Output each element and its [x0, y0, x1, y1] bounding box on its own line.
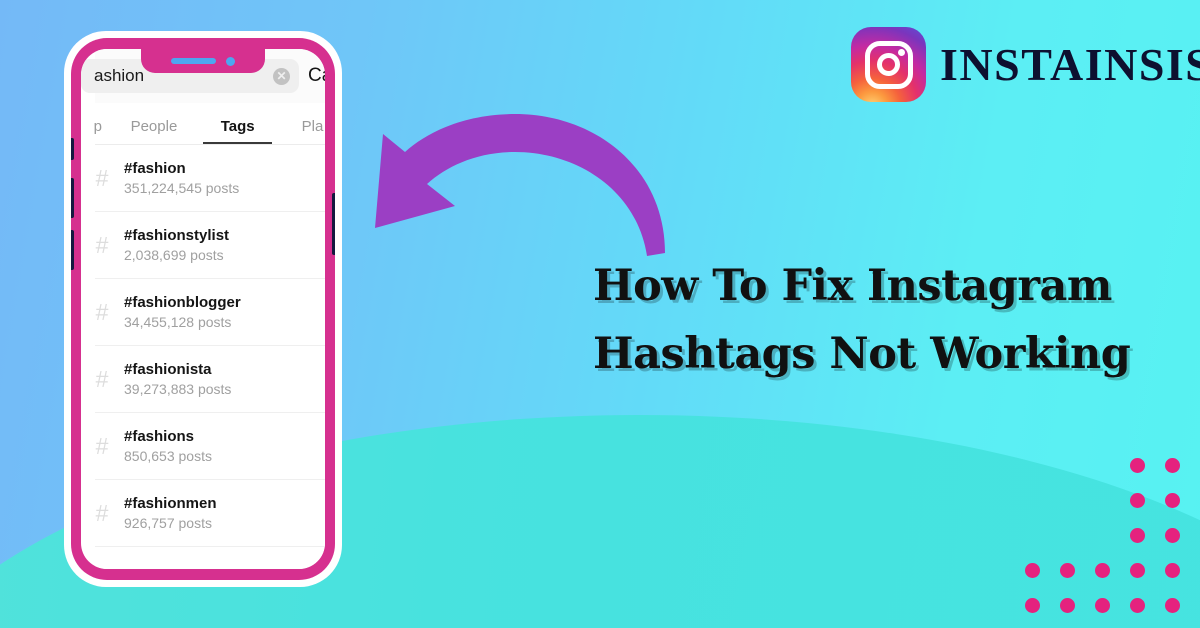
- speaker-bar-icon: [171, 58, 216, 64]
- hashtag-name: #fashions: [124, 428, 195, 445]
- decorative-dot: [1060, 563, 1075, 578]
- decorative-dot: [1165, 528, 1180, 543]
- instagram-search-app: ashion ✕ Ca p People Tags Pla # #fashion 3…: [81, 49, 325, 569]
- decorative-dot: [1095, 563, 1110, 578]
- hashtag-info: #fashion 351,224,545 posts: [124, 160, 239, 196]
- phone-mockup: ashion ✕ Ca p People Tags Pla # #fashion 3…: [64, 31, 342, 587]
- decorative-dot: [1025, 598, 1040, 613]
- power-button[interactable]: [332, 193, 335, 255]
- hashtag-post-count: 39,273,883 posts: [124, 381, 232, 397]
- decorative-dot: [1130, 598, 1145, 613]
- mute-switch-button[interactable]: [71, 138, 74, 160]
- decorative-dot: [1165, 493, 1180, 508]
- decorative-dot: [1060, 598, 1075, 613]
- decorative-dot: [1165, 458, 1180, 473]
- hashtag-info: #fashions 850,653 posts: [124, 428, 212, 464]
- decorative-dot: [1165, 563, 1180, 578]
- hashtag-info: #fashionblogger 34,455,128 posts: [124, 294, 241, 330]
- decorative-dot: [1130, 458, 1145, 473]
- hashtag-avatar-icon: #: [81, 567, 124, 569]
- headline-line-1: How To Fix Instagram: [593, 261, 1112, 311]
- hashtag-post-count: 850,653 posts: [124, 448, 212, 464]
- hashtag-post-count: 926,757 posts: [124, 515, 212, 531]
- volume-down-button[interactable]: [71, 230, 74, 270]
- decorative-dot: [1130, 563, 1145, 578]
- decorative-dot: [1165, 598, 1180, 613]
- instagram-icon: [851, 27, 926, 102]
- decorative-dot: [1130, 493, 1145, 508]
- hashtag-info: #fashionstylist 2,038,699 posts: [124, 227, 229, 263]
- hashtag-avatar-icon: #: [95, 164, 109, 191]
- hashtag-name: #fashionblogger: [124, 294, 241, 311]
- decorative-dot: [1130, 528, 1145, 543]
- phone-notch: [141, 49, 265, 73]
- hashtag-list-item[interactable]: # #fashionmen 926,757 posts: [95, 480, 325, 547]
- brand-name: INSTAINSIST: [940, 38, 1200, 90]
- tab-top[interactable]: p: [85, 118, 111, 144]
- tab-people[interactable]: People: [111, 118, 198, 144]
- hashtag-avatar-icon: #: [95, 365, 109, 392]
- search-tabs: p People Tags Pla: [94, 103, 325, 145]
- tab-places[interactable]: Pla: [278, 118, 325, 144]
- hashtag-avatar-icon: #: [95, 298, 109, 325]
- hashtag-post-count: 351,224,545 posts: [124, 180, 240, 196]
- hashtag-results-list: # #fashion 351,224,545 posts # #fashionstyli…: [95, 145, 325, 569]
- clear-circle-icon[interactable]: ✕: [273, 67, 290, 85]
- phone-frame: ashion ✕ Ca p People Tags Pla # #fashion 3…: [71, 38, 335, 580]
- decorative-dot: [1025, 563, 1040, 578]
- hashtag-avatar-icon: #: [95, 499, 109, 526]
- hashtag-name: #fashionstylist: [124, 227, 230, 244]
- decorative-dot: [1095, 598, 1110, 613]
- hashtag-name: #fashion: [124, 160, 186, 177]
- brand-logo: INSTAINSIST: [851, 27, 1200, 102]
- hashtag-avatar-icon: #: [95, 231, 109, 258]
- hashtag-name: #fashionista: [124, 361, 212, 378]
- cancel-button[interactable]: Ca: [308, 65, 325, 87]
- hashtag-name: #fashionmen: [124, 495, 217, 512]
- tab-tags[interactable]: Tags: [197, 118, 278, 144]
- phone-screen: ashion ✕ Ca p People Tags Pla # #fashion 3…: [81, 49, 325, 569]
- search-input-value: ashion: [94, 66, 145, 85]
- hashtag-list-item[interactable]: # #fashionstylist 2,038,699 posts: [95, 212, 325, 279]
- hashtag-list-item[interactable]: # #fashions 850,653 posts: [95, 413, 325, 480]
- hashtag-list-item[interactable]: # #fashionista 39,273,883 posts: [95, 346, 325, 413]
- volume-up-button[interactable]: [71, 178, 74, 218]
- headline-line-2: Hashtags Not Working: [593, 329, 1131, 379]
- hashtag-post-count: 2,038,699 posts: [124, 247, 224, 263]
- hashtag-list-item[interactable]: # #fashion 351,224,545 posts: [95, 145, 325, 212]
- hashtag-list-item[interactable]: ##fashionstyle: [95, 547, 325, 569]
- front-camera-icon: [226, 56, 235, 66]
- curved-arrow-left-icon: [375, 114, 665, 256]
- hashtag-avatar-icon: #: [95, 432, 109, 459]
- hashtag-info: #fashionista 39,273,883 posts: [124, 361, 231, 397]
- decorative-dot-grid: [1025, 458, 1200, 628]
- hashtag-post-count: 34,455,128 posts: [124, 314, 232, 330]
- hashtag-info: #fashionmen 926,757 posts: [124, 495, 217, 531]
- page-title: How To Fix Instagram Hashtags Not Workin…: [593, 252, 1173, 388]
- hashtag-list-item[interactable]: # #fashionblogger 34,455,128 posts: [95, 279, 325, 346]
